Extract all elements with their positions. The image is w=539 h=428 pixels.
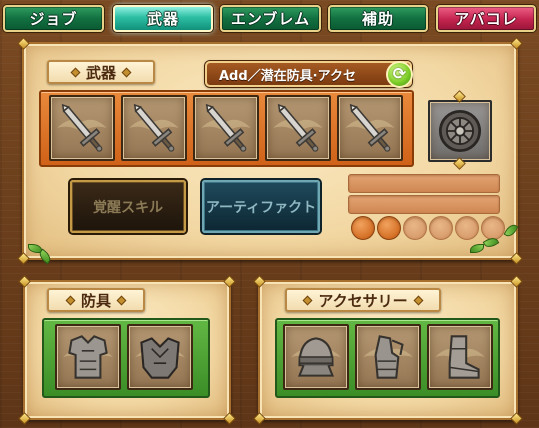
tab-avatar-collection[interactable]: アバコレ — [436, 5, 536, 32]
weapon-slot[interactable] — [337, 95, 403, 161]
artifact-label: アーティファクト — [205, 199, 317, 216]
tab-weapon[interactable]: 武器 — [113, 5, 213, 32]
gauntlet-icon — [363, 335, 413, 379]
accessory-slot[interactable] — [283, 324, 349, 390]
boots-icon — [435, 335, 485, 379]
enhancement-dot — [455, 216, 479, 240]
status-bar — [348, 195, 500, 214]
awaken-skill-button[interactable]: 覚醒スキル — [70, 180, 186, 233]
enhancement-dot — [403, 216, 427, 240]
armor-slot[interactable] — [127, 324, 193, 390]
corner-ornament — [510, 37, 523, 50]
body-armor-icon — [63, 335, 113, 379]
corner-ornament — [510, 275, 523, 288]
corner-ornament — [223, 412, 236, 425]
corner-ornament — [510, 252, 523, 265]
corner-ornament — [510, 412, 523, 425]
add-button-label: Add／潜在防具·アクセ — [219, 68, 356, 84]
accessory-slot[interactable] — [427, 324, 493, 390]
sword-icon — [345, 103, 395, 152]
helmet-icon — [291, 337, 341, 377]
corner-ornament — [18, 275, 31, 288]
enhancement-dot — [481, 216, 505, 240]
weapon-slot[interactable] — [121, 95, 187, 161]
accessory-slot[interactable] — [355, 324, 421, 390]
tab-support[interactable]: 補助 — [328, 5, 428, 32]
corner-ornament — [253, 275, 266, 288]
sword-icon — [201, 103, 251, 152]
refresh-icon[interactable]: ⟳ — [386, 61, 413, 88]
enhancement-dot — [429, 216, 453, 240]
tab-emblem[interactable]: エンブレム — [220, 5, 321, 32]
corner-ornament — [18, 412, 31, 425]
awaken-skill-label: 覚醒スキル — [93, 199, 163, 216]
sword-icon — [57, 103, 107, 152]
enhancement-dot — [351, 216, 375, 240]
weapon-slot[interactable] — [49, 95, 115, 161]
weapon-panel-title: 武器 — [47, 60, 155, 84]
armor-slot[interactable] — [55, 324, 121, 390]
status-bar — [348, 174, 500, 193]
accessory-panel-title: アクセサリー — [285, 288, 441, 312]
corner-ornament — [17, 252, 30, 265]
special-equipment-slot[interactable] — [428, 100, 492, 162]
armor-panel-title: 防具 — [47, 288, 145, 312]
corner-ornament — [17, 37, 30, 50]
corner-ornament — [223, 275, 236, 288]
enhancement-dot — [377, 216, 401, 240]
cloak-armor-icon — [135, 337, 185, 379]
weapon-slot[interactable] — [265, 95, 331, 161]
corner-ornament — [253, 412, 266, 425]
tab-job[interactable]: ジョブ — [3, 5, 104, 32]
sword-icon — [273, 103, 323, 152]
shield-emblem-icon — [438, 109, 482, 153]
artifact-button[interactable]: アーティファクト — [202, 180, 320, 233]
add-latent-armor-accessory-button[interactable]: Add／潜在防具·アクセ ⟳ — [205, 61, 413, 88]
sword-icon — [129, 103, 179, 152]
weapon-slot[interactable] — [193, 95, 259, 161]
